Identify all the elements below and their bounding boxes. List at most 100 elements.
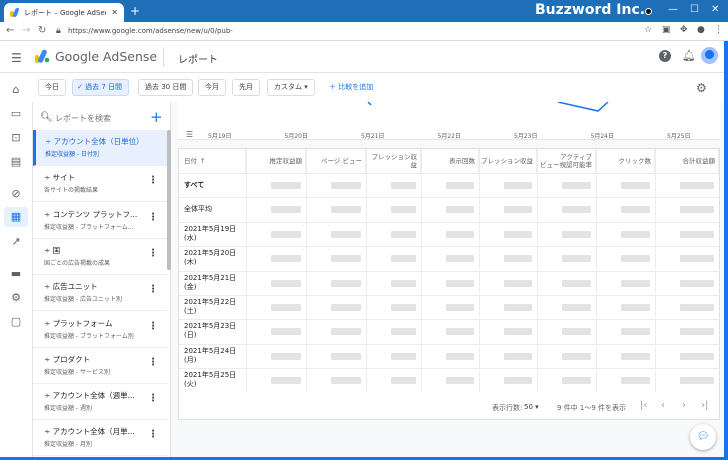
ads-icon[interactable]: ▭ <box>8 106 24 122</box>
hidden-value-placeholder <box>562 328 591 336</box>
hidden-value-placeholder <box>621 255 650 263</box>
row-date: 2021年5月21日 (金) <box>184 274 236 292</box>
more-vert-icon[interactable]: ⋮ <box>148 248 158 259</box>
hidden-value-placeholder <box>621 377 650 385</box>
report-subtitle: 推定収益額 - 広告ユニット別 <box>44 296 122 304</box>
hidden-value-placeholder <box>391 182 416 189</box>
close-tab-icon[interactable]: ✕ <box>111 8 118 17</box>
first-page-icon[interactable]: |‹ <box>640 400 647 411</box>
hidden-value-placeholder <box>562 377 591 385</box>
feedback-icon[interactable]: ▢ <box>8 314 24 330</box>
reports-icon[interactable]: ▦ <box>4 207 28 227</box>
feedback-chat-icon[interactable]: 💬︎ <box>690 424 716 450</box>
browser-tab[interactable]: レポート – Google AdSense ✕ <box>4 3 124 22</box>
hidden-value-placeholder <box>562 255 591 263</box>
legend-icon[interactable]: ☰ <box>186 130 193 139</box>
hidden-value-placeholder <box>562 304 591 311</box>
forward-icon[interactable]: → <box>22 25 30 36</box>
hidden-value-placeholder <box>680 206 714 214</box>
report-subtitle: 各サイトの掲載結果 <box>44 187 99 195</box>
hidden-value-placeholder <box>331 206 361 214</box>
more-vert-icon[interactable]: ⋮ <box>148 321 158 332</box>
plus-icon: ＋ <box>329 83 339 91</box>
report-item[interactable]: ∻ サイト 各サイトの掲載結果 ⋮ <box>33 166 167 203</box>
column-header[interactable]: プレッション収益 <box>479 149 537 173</box>
report-item[interactable]: ∻ アカウント全体（月単... 推定収益額 - 月別 ⋮ <box>33 420 167 457</box>
report-item[interactable]: ∻ アカウント全体（日単位） 推定収益額 - 日付別 <box>33 130 167 166</box>
more-vert-icon[interactable]: ⋮ <box>148 175 158 186</box>
report-title-text: 広告ユニット <box>52 282 98 292</box>
payments-icon[interactable]: ▬ <box>8 266 24 282</box>
bell-icon[interactable]: 🔔︎ <box>682 49 696 62</box>
report-subtitle: 推定収益額 - サービス別 <box>44 368 110 376</box>
column-header[interactable]: ページ ビュー <box>306 149 366 173</box>
avatar[interactable] <box>701 47 718 64</box>
column-header-text: 推定収益額 <box>269 157 303 165</box>
help-icon[interactable]: ? <box>659 50 671 62</box>
report-item[interactable]: ∻ プラットフォーム 推定収益額 - プラットフォーム別 ⋮ <box>33 311 167 348</box>
column-header[interactable]: 日付 ↑ <box>179 149 246 173</box>
chip-last-30-days[interactable]: 過去 30 日間 <box>138 79 194 96</box>
rows-per-page-select[interactable]: 50 ▾ <box>524 403 539 411</box>
minimize-icon[interactable]: — <box>668 4 678 15</box>
account-settings-icon[interactable]: ⚙ <box>8 290 24 306</box>
column-header[interactable]: アクティブ ビュー視認可能率 <box>537 149 596 173</box>
hidden-value-placeholder <box>331 279 361 287</box>
puzzle-icon[interactable]: ✥ <box>680 25 688 35</box>
hamburger-menu-icon[interactable]: ☰ <box>11 51 22 65</box>
column-header[interactable]: クリック数 <box>596 149 655 173</box>
hidden-value-placeholder <box>271 182 301 189</box>
row-weekday: (火) <box>184 380 197 389</box>
column-header-label: プレッション収益 <box>481 157 533 165</box>
add-comparison-button[interactable]: ＋ 比較を追加 <box>329 82 373 92</box>
report-title: ∻ プラットフォーム <box>44 318 112 329</box>
search-input[interactable] <box>55 111 145 125</box>
last-page-icon[interactable]: ›| <box>701 400 708 411</box>
chip-last-7-days[interactable]: ✓ 過去 7 日間 <box>72 79 129 96</box>
hidden-value-placeholder <box>680 377 714 385</box>
column-header[interactable]: 推定収益額 <box>246 149 306 173</box>
chip-today[interactable]: 今日 <box>38 79 66 96</box>
report-item[interactable]: ∻ 広告ユニット 推定収益額 - 広告ユニット別 ⋮ <box>33 275 167 312</box>
column-header[interactable]: プレッション収益 <box>366 149 421 173</box>
next-page-icon[interactable]: › <box>682 400 686 411</box>
gear-icon[interactable]: ⚙ <box>696 81 707 95</box>
column-header[interactable]: 表示回数 <box>421 149 479 173</box>
more-vert-icon[interactable]: ⋮ <box>148 357 158 368</box>
more-vert-icon[interactable]: ⋮ <box>148 284 158 295</box>
chip-custom[interactable]: カスタム ▾ <box>267 79 315 96</box>
more-vert-icon[interactable]: ⋮ <box>148 393 158 404</box>
back-icon[interactable]: ← <box>6 25 14 36</box>
close-window-icon[interactable]: ✕ <box>711 4 719 15</box>
hidden-value-placeholder <box>562 182 591 189</box>
home-icon[interactable]: ⌂ <box>8 82 24 98</box>
prev-page-icon[interactable]: ‹ <box>661 400 665 411</box>
hidden-value-placeholder <box>446 352 474 360</box>
extension-icon[interactable]: ▣ <box>662 25 671 35</box>
report-subtitle: 推定収益額 - プラットフォーム... <box>44 223 134 231</box>
new-tab-button[interactable]: + <box>130 5 140 17</box>
report-item[interactable]: ∻ アカウント全体（週単... 推定収益額 - 週別 ⋮ <box>33 384 167 421</box>
sites-icon[interactable]: ⊡ <box>8 130 24 146</box>
more-vert-icon[interactable]: ⋮ <box>148 429 158 440</box>
more-vert-icon[interactable]: ⋮ <box>148 212 158 223</box>
optimize-icon[interactable]: ▤ <box>8 154 24 170</box>
report-item[interactable]: ∻ プロダクト 推定収益額 - サービス別 ⋮ <box>33 347 167 384</box>
star-icon[interactable]: ☆ <box>644 25 652 35</box>
trending-icon[interactable]: ↗ <box>8 234 24 250</box>
hidden-value-placeholder <box>331 304 361 311</box>
profile-icon[interactable]: ● <box>697 25 705 35</box>
menu-dots-icon[interactable]: ⋮ <box>714 25 723 35</box>
block-icon[interactable]: ⊘ <box>8 186 24 202</box>
chip-last-month[interactable]: 先月 <box>232 79 260 96</box>
report-item[interactable]: ∻ コンテンツ プラットフ... 推定収益額 - プラットフォーム... ⋮ <box>33 202 167 239</box>
maximize-icon[interactable]: ☐ <box>690 4 699 15</box>
url-text[interactable]: https://www.google.com/adsense/new/u/0/p… <box>68 27 233 35</box>
chip-this-month[interactable]: 今月 <box>198 79 226 96</box>
column-header[interactable]: 合計収益額 <box>655 149 719 173</box>
reload-icon[interactable]: ↻ <box>38 25 46 36</box>
hidden-value-placeholder <box>680 352 714 360</box>
hidden-value-placeholder <box>331 328 361 336</box>
add-report-button[interactable]: + <box>150 108 163 126</box>
report-item[interactable]: ∻ 国国ごとの広告掲載の成果 ⋮ <box>33 238 167 275</box>
